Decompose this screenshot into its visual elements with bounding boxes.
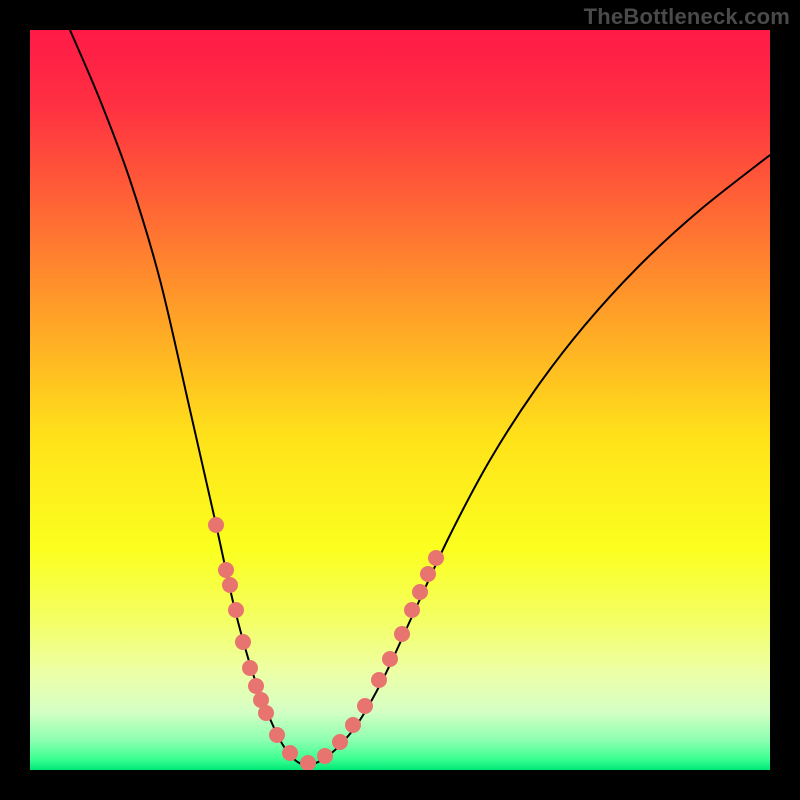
highlight-dot bbox=[222, 577, 238, 593]
highlight-dot bbox=[242, 660, 258, 676]
highlight-dot bbox=[248, 678, 264, 694]
curve-layer bbox=[30, 30, 770, 770]
highlight-dot bbox=[345, 717, 361, 733]
highlight-dot bbox=[428, 550, 444, 566]
highlight-dots-group bbox=[208, 517, 444, 770]
highlight-dot bbox=[332, 734, 348, 750]
chart-root: TheBottleneck.com bbox=[0, 0, 800, 800]
highlight-dot bbox=[412, 584, 428, 600]
highlight-dot bbox=[269, 727, 285, 743]
highlight-dot bbox=[371, 672, 387, 688]
highlight-dot bbox=[357, 698, 373, 714]
highlight-dot bbox=[420, 566, 436, 582]
highlight-dot bbox=[258, 705, 274, 721]
highlight-dot bbox=[317, 748, 333, 764]
highlight-dot bbox=[300, 755, 316, 770]
highlight-dot bbox=[282, 745, 298, 761]
highlight-dot bbox=[235, 634, 251, 650]
highlight-dot bbox=[394, 626, 410, 642]
bottleneck-curve bbox=[70, 30, 770, 765]
highlight-dot bbox=[218, 562, 234, 578]
highlight-dot bbox=[382, 651, 398, 667]
highlight-dot bbox=[208, 517, 224, 533]
highlight-dot bbox=[228, 602, 244, 618]
highlight-dot bbox=[404, 602, 420, 618]
plot-area bbox=[30, 30, 770, 770]
watermark-text: TheBottleneck.com bbox=[584, 4, 790, 30]
